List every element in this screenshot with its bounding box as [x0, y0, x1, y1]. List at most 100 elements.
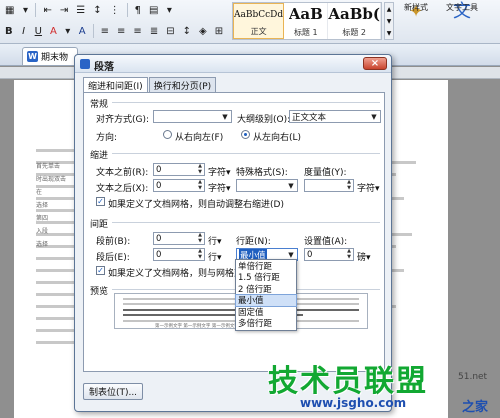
- text-tools-button[interactable]: 文 文字工具: [440, 2, 484, 42]
- separator: [35, 3, 37, 17]
- justify-icon[interactable]: ≣: [147, 24, 161, 38]
- spinner-arrows-icon[interactable]: ▲ ▼: [196, 163, 204, 175]
- dropdown-arrow-icon[interactable]: ▾: [62, 24, 74, 38]
- align-left-icon[interactable]: ≡: [98, 24, 112, 38]
- space-after-unit[interactable]: 行▾: [208, 250, 222, 263]
- table-icon[interactable]: ▤: [146, 3, 161, 17]
- space-after-label: 段后(E):: [96, 253, 130, 263]
- snap-to-grid-checkbox[interactable]: ✓: [96, 266, 105, 275]
- body-snippet: 首先单击: [36, 163, 61, 170]
- setting-value-input[interactable]: 0 ▲ ▼: [304, 248, 354, 261]
- line-spacing-option[interactable]: 固定值: [236, 306, 296, 318]
- indent-before-unit[interactable]: 字符▾: [208, 165, 231, 178]
- measure-unit[interactable]: 字符▾: [357, 181, 380, 194]
- body-snippet: 入段: [36, 228, 49, 235]
- style-name: 标题 1: [293, 28, 318, 37]
- space-before-unit[interactable]: 行▾: [208, 234, 222, 247]
- document-tab[interactable]: W 期末物: [22, 47, 78, 65]
- style-gallery: AaBbCcDd 正文 AaB 标题 1 AaBb( 标题 2: [232, 2, 382, 40]
- space-before-input[interactable]: 0 ▲ ▼: [153, 232, 205, 245]
- spinner-arrows-icon[interactable]: ▲ ▼: [345, 248, 353, 260]
- section-divider: [112, 102, 380, 103]
- new-style-button[interactable]: ✦ 新样式: [394, 2, 438, 42]
- more-icon[interactable]: ▼: [387, 30, 392, 37]
- spinner-arrows-icon[interactable]: ▲ ▼: [345, 179, 353, 191]
- tab-indent-spacing[interactable]: 缩进和间距(I): [83, 77, 148, 93]
- line-spacing-icon[interactable]: ↕: [180, 24, 194, 38]
- indent-before-input[interactable]: 0 ▲ ▼: [153, 163, 205, 176]
- underline-icon[interactable]: U: [32, 24, 45, 38]
- line-spacing-option[interactable]: 单倍行距: [236, 260, 296, 272]
- spinner-arrows-icon[interactable]: ▲ ▼: [196, 179, 204, 191]
- indent-after-label: 文本之后(X):: [96, 184, 149, 194]
- auto-right-indent-checkbox[interactable]: ✓: [96, 197, 105, 206]
- page-snippets: 首先单击 时出现双击 在 选择 第四 入段 选择: [36, 160, 66, 251]
- list-bullets-icon[interactable]: ☰: [73, 3, 88, 17]
- style-normal[interactable]: AaBbCcDd 正文: [233, 3, 285, 39]
- close-button[interactable]: ×: [363, 57, 387, 70]
- indent-increase-icon[interactable]: ⇥: [57, 3, 71, 17]
- chevron-down-icon: ▼: [222, 112, 228, 121]
- tab-line-page-breaks[interactable]: 换行和分页(P): [148, 77, 217, 92]
- style-gallery-scroll[interactable]: ▲ ▼ ▼: [384, 2, 394, 40]
- dialog-app-icon: [80, 59, 90, 69]
- body-snippet: 选择: [36, 241, 49, 248]
- special-format-select[interactable]: ▼: [236, 179, 298, 192]
- outline-level-select[interactable]: 正文文本 ▼: [289, 110, 381, 123]
- watermark-url: www.jsgho.com: [300, 396, 407, 410]
- preview-sample-text: 第一示例文字 第一示例文字 第一示例文字: [155, 324, 239, 329]
- space-after-input[interactable]: 0 ▲ ▼: [153, 248, 205, 261]
- section-indent: 缩进: [90, 151, 109, 161]
- body-snippet: 时出现双击: [36, 176, 67, 183]
- section-divider: [112, 153, 380, 154]
- spinner-arrows-icon[interactable]: ▲ ▼: [196, 232, 204, 244]
- dialog-titlebar[interactable]: 段落 ×: [75, 55, 391, 73]
- align-center-icon[interactable]: ≡: [114, 24, 128, 38]
- align-right-icon[interactable]: ≡: [130, 24, 144, 38]
- outline-level-label: 大纲级别(O):: [237, 115, 291, 125]
- section-divider: [112, 222, 380, 223]
- measure-input[interactable]: ▲ ▼: [304, 179, 354, 192]
- line-spacing-option-selected[interactable]: 最小值: [235, 293, 297, 307]
- distribute-icon[interactable]: ⊟: [163, 24, 177, 38]
- show-marks-icon[interactable]: ¶: [132, 3, 144, 17]
- line-spacing-option[interactable]: 多倍行距: [236, 318, 296, 329]
- watermark-side-text2: 之家: [462, 400, 489, 415]
- new-style-label: 新样式: [404, 3, 428, 12]
- space-before-label: 段前(B):: [96, 237, 131, 247]
- style-heading-2[interactable]: AaBb( 标题 2: [328, 3, 381, 39]
- list-numbers-icon[interactable]: ⋮: [107, 3, 123, 17]
- spinner-arrows-icon[interactable]: ▲ ▼: [196, 248, 204, 260]
- highlight-icon[interactable]: A: [76, 24, 89, 38]
- chevron-down-icon[interactable]: ▼: [387, 18, 392, 25]
- sort-icon[interactable]: ↕: [90, 3, 104, 17]
- font-color-icon[interactable]: A: [47, 24, 60, 38]
- indent-decrease-icon[interactable]: ⇤: [40, 3, 54, 17]
- tabstops-button[interactable]: 制表位(T)...: [83, 383, 143, 400]
- italic-icon[interactable]: I: [18, 24, 30, 38]
- indent-after-input[interactable]: 0 ▲ ▼: [153, 179, 205, 192]
- indent-after-value: 0: [156, 180, 162, 191]
- chevron-down-icon: ▼: [371, 112, 377, 121]
- setting-value-unit[interactable]: 磅▾: [357, 250, 371, 263]
- body-snippet: 选择: [36, 202, 49, 209]
- bold-icon[interactable]: B: [2, 24, 16, 38]
- shading-icon[interactable]: ◈: [196, 24, 210, 38]
- outline-level-value: 正文文本: [292, 112, 327, 123]
- dropdown-arrow-icon[interactable]: ▾: [19, 3, 31, 17]
- borders-icon[interactable]: ⊞: [212, 24, 226, 38]
- align-select[interactable]: ▼: [153, 110, 232, 123]
- line-spacing-option[interactable]: 2 倍行距: [236, 283, 296, 295]
- dropdown-arrow-icon[interactable]: ▾: [163, 3, 175, 17]
- style-name: 正文: [250, 27, 267, 36]
- indent-after-unit[interactable]: 字符▾: [208, 181, 231, 194]
- indent-before-label: 文本之前(R):: [96, 168, 149, 178]
- line-spacing-option[interactable]: 1.5 倍行距: [236, 272, 296, 283]
- body-snippet: 在: [36, 189, 43, 196]
- dialog-tabs: 缩进和间距(I) 换行和分页(P): [83, 77, 217, 93]
- ltr-radio[interactable]: [241, 130, 250, 139]
- paste-icon[interactable]: ▦: [2, 3, 17, 17]
- rtl-radio[interactable]: [163, 130, 172, 139]
- style-heading-1[interactable]: AaB 标题 1: [284, 3, 329, 39]
- chevron-up-icon[interactable]: ▲: [387, 6, 392, 13]
